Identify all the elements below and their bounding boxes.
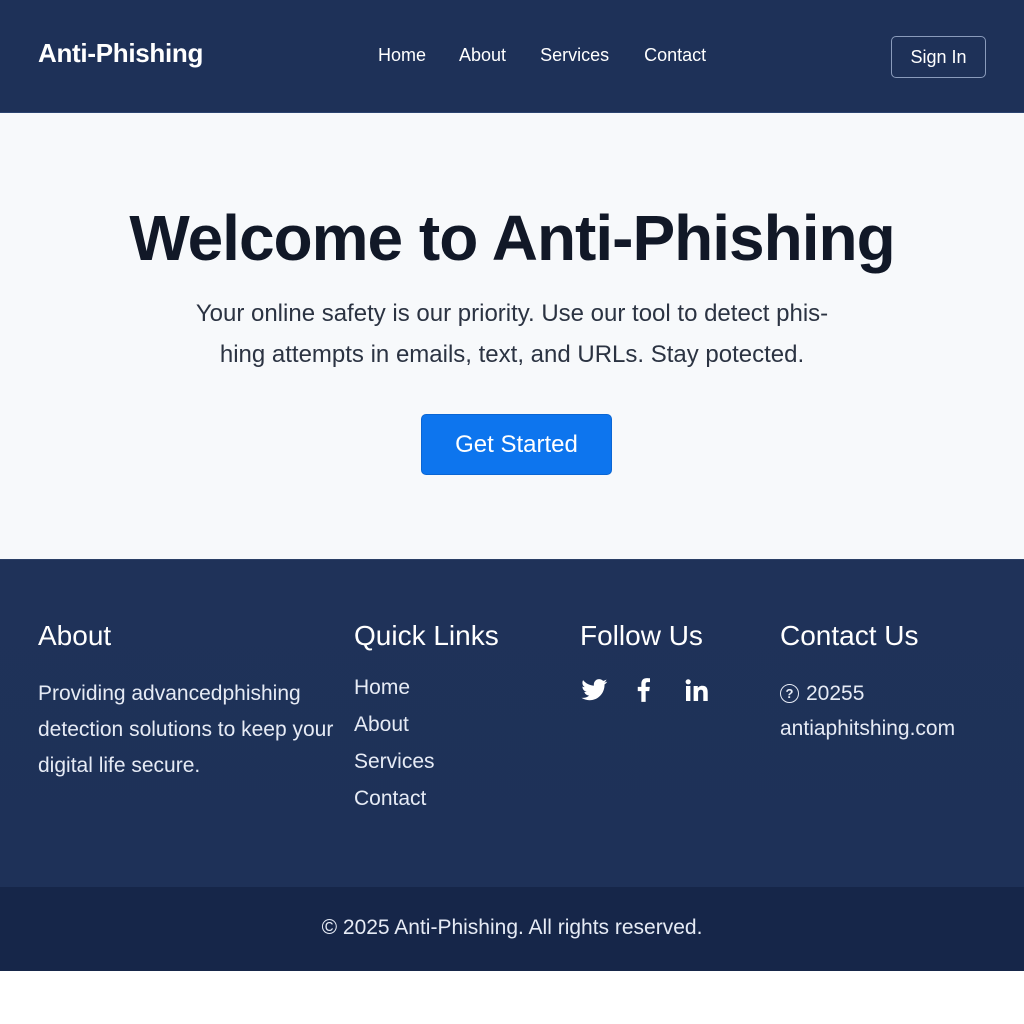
sign-in-button[interactable]: Sign In — [891, 36, 986, 78]
hero-description-line-2: hing attempts in emails, text, and URLs.… — [219, 341, 805, 368]
social-links — [580, 676, 760, 704]
copyright-text: © 2025 Anti-Phishing. All rights reserve… — [321, 916, 703, 939]
copyright-bar: © 2025 Anti-Phishing. All rights reserve… — [0, 887, 1024, 971]
list-item: Services — [354, 750, 554, 787]
footer-about-column: About Providing advancedphishing detecti… — [38, 620, 338, 784]
footer-quick-links-heading: Quick Links — [354, 620, 499, 651]
top-navbar: Anti-Phishing Home About Services Contac… — [0, 0, 1024, 113]
hero-description-line-1: Your online safety is our priority. Use … — [195, 300, 829, 327]
footer: About Providing advancedphishing detecti… — [0, 559, 1024, 887]
footer-contact-heading: Contact Us — [780, 620, 919, 651]
footer-follow-column: Follow Us — [580, 620, 760, 704]
nav-link-about[interactable]: About — [459, 45, 506, 66]
footer-link-contact[interactable]: Contact — [354, 787, 426, 810]
hero-section: Welcome to Anti-Phishing Your online saf… — [0, 113, 1024, 559]
get-started-button[interactable]: Get Started — [421, 414, 612, 475]
contact-phone: ? 20255 — [780, 676, 1020, 711]
hero-description: Your online safety is our priority. Use … — [142, 293, 882, 375]
nav-link-home[interactable]: Home — [378, 45, 426, 66]
list-item: Contact — [354, 787, 554, 824]
twitter-icon[interactable] — [580, 676, 608, 704]
nav-link-services[interactable]: Services — [540, 45, 609, 66]
footer-quick-links-list: Home About Services Contact — [354, 676, 554, 824]
footer-link-about[interactable]: About — [354, 713, 409, 736]
linkedin-icon[interactable] — [684, 676, 710, 704]
list-item: About — [354, 713, 554, 750]
footer-contact-column: Contact Us ? 20255 antiaphitshing.com — [780, 620, 1020, 746]
contact-line-2: antiaphitshing.com — [780, 717, 956, 740]
list-item: Home — [354, 676, 554, 713]
footer-follow-heading: Follow Us — [580, 620, 703, 651]
footer-about-text: Providing advancedphishing detection sol… — [38, 682, 334, 777]
help-circle-icon: ? — [780, 684, 799, 703]
nav-link-contact[interactable]: Contact — [644, 45, 706, 66]
facebook-icon[interactable] — [636, 676, 650, 704]
footer-quick-links-column: Quick Links Home About Services Contact — [354, 620, 554, 824]
footer-about-heading: About — [38, 620, 112, 651]
main-nav: Home About Services Contact — [378, 45, 706, 66]
contact-line-1: 20255 — [806, 682, 865, 705]
footer-link-services[interactable]: Services — [354, 750, 435, 773]
brand-logo[interactable]: Anti-Phishing — [38, 38, 203, 69]
contact-email: antiaphitshing.com — [780, 711, 1020, 746]
hero-title: Welcome to Anti-Phishing — [129, 202, 895, 274]
footer-link-home[interactable]: Home — [354, 676, 410, 699]
